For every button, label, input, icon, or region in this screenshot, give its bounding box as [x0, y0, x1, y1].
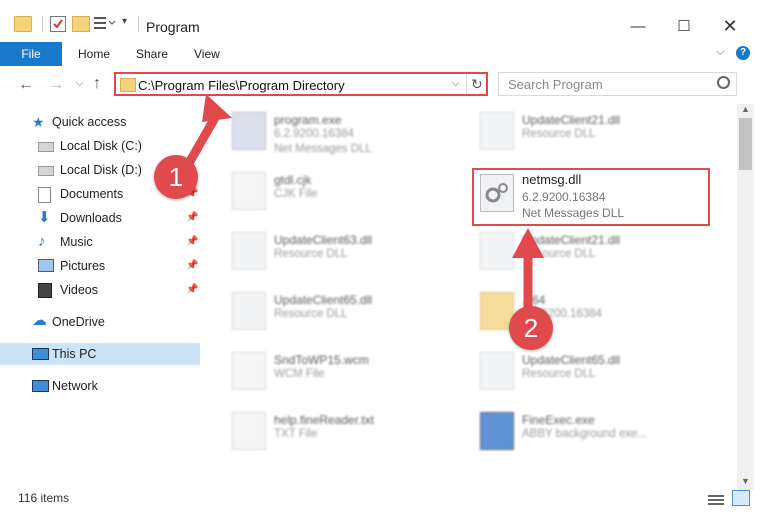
details-view-icon[interactable]	[708, 493, 724, 505]
large-icons-view-icon[interactable]	[732, 490, 750, 506]
annotation-badge-2: 2	[509, 306, 553, 350]
annotation-arrows	[180, 94, 544, 317]
annotation-badge-1: 1	[154, 155, 198, 199]
arrow-two-head	[512, 228, 544, 258]
status-item-count: 116 items	[18, 491, 70, 505]
arrow-one-head	[202, 94, 232, 122]
